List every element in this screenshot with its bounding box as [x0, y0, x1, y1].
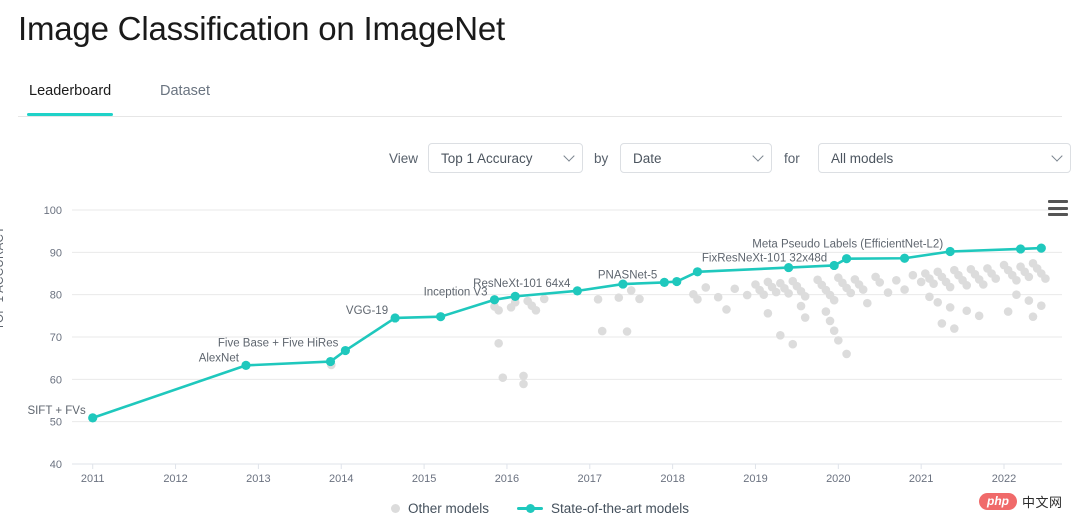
svg-text:PNASNet-5: PNASNet-5 — [598, 269, 657, 281]
tab-dataset-label: Dataset — [160, 83, 210, 99]
svg-text:Five Base + Five HiRes: Five Base + Five HiRes — [218, 338, 339, 350]
svg-text:ResNeXt-101 64x4: ResNeXt-101 64x4 — [473, 278, 571, 290]
svg-text:VGG-19: VGG-19 — [346, 305, 388, 317]
accuracy-scatter-chart[interactable]: 40 50 60 70 80 90 100 2011 2012 2013 2014 2015 2016 2… — [0, 192, 1080, 482]
scope-select[interactable]: All models — [818, 143, 1071, 173]
chart-legend: Other models State-of-the-art models — [0, 495, 1080, 521]
svg-text:2021: 2021 — [909, 473, 933, 482]
svg-text:90: 90 — [50, 247, 62, 259]
chevron-down-icon — [1051, 150, 1063, 162]
leaderboard-page: Image Classification on ImageNet Leaderb… — [0, 0, 1080, 527]
y-axis-label: TOP 1 ACCURACY — [0, 225, 6, 330]
legend-label-other-models: Other models — [407, 500, 489, 516]
for-label: for — [784, 150, 800, 166]
filter-bar: View Top 1 Accuracy by Date for All mode… — [0, 142, 1080, 174]
svg-text:FixResNeXt-101 32x48d: FixResNeXt-101 32x48d — [702, 252, 827, 264]
svg-text:AlexNet: AlexNet — [199, 352, 240, 364]
svg-text:40: 40 — [50, 459, 62, 471]
svg-text:80: 80 — [50, 290, 62, 302]
tab-dataset[interactable]: Dataset — [158, 78, 212, 116]
svg-text:2013: 2013 — [246, 473, 270, 482]
metric-select[interactable]: Top 1 Accuracy — [428, 143, 583, 173]
php-badge: php — [979, 493, 1017, 510]
view-label: View — [389, 150, 419, 166]
svg-text:2022: 2022 — [992, 473, 1016, 482]
legend-item-other-models[interactable]: Other models — [390, 500, 489, 516]
svg-text:2016: 2016 — [495, 473, 519, 482]
chart-container: 40 50 60 70 80 90 100 2011 2012 2013 2014 2015 2016 2… — [0, 192, 1080, 482]
tab-bar: Leaderboard Dataset — [0, 78, 1080, 118]
legend-item-sota-models[interactable]: State-of-the-art models — [516, 500, 690, 516]
svg-text:2017: 2017 — [578, 473, 602, 482]
svg-text:2015: 2015 — [412, 473, 436, 482]
teal-line-marker-icon — [516, 503, 543, 513]
svg-text:70: 70 — [50, 332, 62, 344]
svg-text:50: 50 — [50, 417, 62, 429]
scope-select-value: All models — [831, 150, 894, 166]
svg-text:2018: 2018 — [660, 473, 684, 482]
legend-label-sota-models: State-of-the-art models — [550, 500, 690, 516]
svg-text:2014: 2014 — [329, 473, 353, 482]
groupby-select[interactable]: Date — [620, 143, 772, 173]
tab-leaderboard-label: Leaderboard — [29, 83, 112, 99]
chart-menu-icon[interactable] — [1048, 200, 1068, 216]
by-label: by — [594, 150, 609, 166]
svg-text:60: 60 — [50, 374, 62, 386]
page-title: Image Classification on ImageNet — [18, 10, 506, 47]
svg-text:Meta Pseudo Labels (EfficientN: Meta Pseudo Labels (EfficientNet-L2) — [752, 238, 943, 250]
metric-select-value: Top 1 Accuracy — [441, 150, 533, 166]
tab-active-underline — [27, 113, 114, 116]
chevron-down-icon — [752, 150, 764, 162]
gray-dot-icon — [390, 503, 400, 513]
tab-bar-divider — [18, 116, 1062, 117]
groupby-select-value: Date — [633, 150, 662, 166]
watermark-text: 中文网 — [1022, 495, 1063, 510]
svg-text:100: 100 — [44, 205, 62, 217]
svg-text:SIFT + FVs: SIFT + FVs — [27, 405, 86, 417]
svg-text:2011: 2011 — [81, 473, 105, 482]
tab-leaderboard[interactable]: Leaderboard — [27, 78, 114, 116]
chevron-down-icon — [563, 150, 575, 162]
svg-text:2019: 2019 — [743, 473, 767, 482]
svg-text:2020: 2020 — [826, 473, 850, 482]
svg-text:2012: 2012 — [163, 473, 187, 482]
watermark: php 中文网 — [979, 492, 1063, 511]
